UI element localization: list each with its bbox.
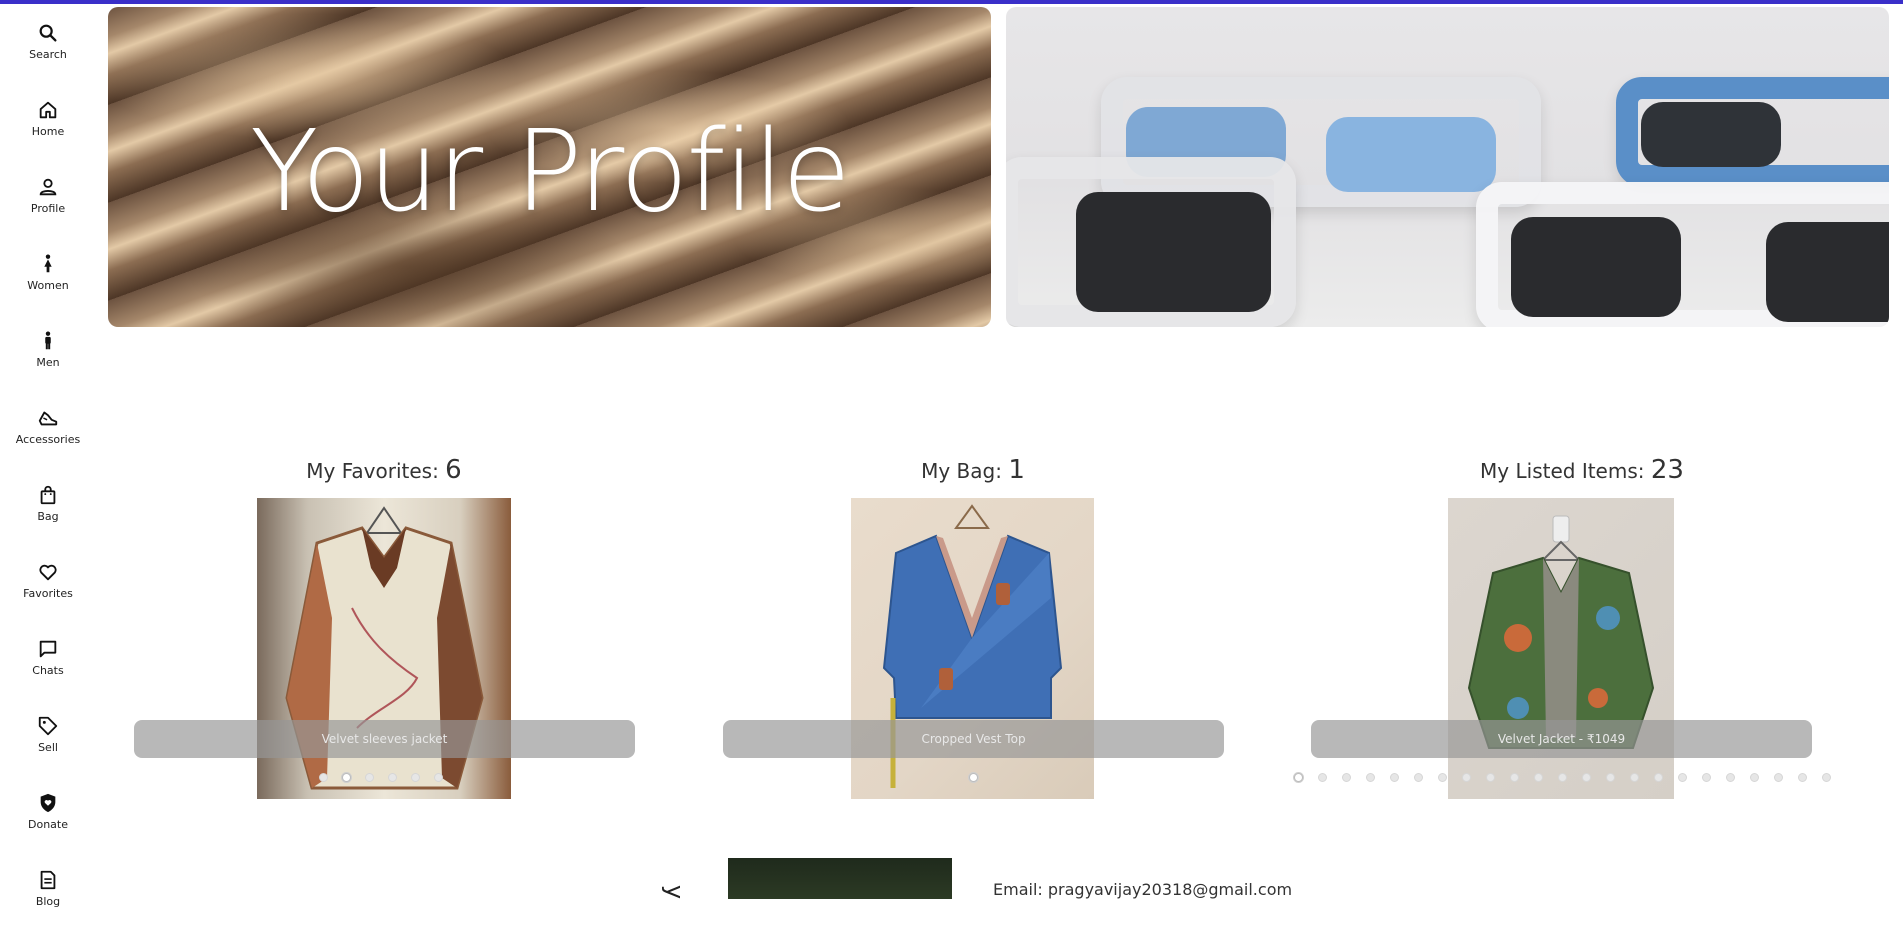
carousel-dot[interactable] — [1486, 773, 1495, 782]
carousel-dot[interactable] — [1510, 773, 1519, 782]
sidebar-item-label: Bag — [37, 510, 59, 523]
bag-caption: Cropped Vest Top — [723, 720, 1224, 758]
carousel-dot[interactable] — [1534, 773, 1543, 782]
carousel-dot[interactable] — [1414, 773, 1423, 782]
sidebar-item-donate[interactable]: Donate — [0, 792, 96, 852]
carousel-dot[interactable] — [1726, 773, 1735, 782]
sidebar-item-label: Profile — [30, 202, 66, 215]
listed-heading: My Listed Items: 23 — [1452, 455, 1712, 485]
bag-icon — [40, 485, 56, 505]
listed-caption: Velvet Jacket - ₹1049 — [1311, 720, 1812, 758]
sunglasses-lens — [1326, 117, 1496, 192]
sunglasses-lens — [1511, 217, 1681, 317]
carousel-dot[interactable] — [319, 773, 328, 782]
profile-banner: Your Profile — [108, 7, 991, 327]
sidebar-item-search[interactable]: Search — [0, 22, 96, 82]
carousel-dot[interactable] — [1558, 773, 1567, 782]
shield-icon — [40, 793, 56, 813]
sidebar-item-label: Accessories — [15, 433, 81, 446]
sidebar-item-label: Donate — [28, 818, 68, 831]
shoe-icon — [38, 411, 58, 426]
user-icon — [39, 178, 57, 196]
bag-heading: My Bag: 1 — [873, 455, 1073, 485]
carousel-dot[interactable] — [1462, 773, 1471, 782]
sidebar-item-label: Home — [31, 125, 65, 138]
sidebar-item-bag[interactable]: Bag — [0, 484, 96, 544]
carousel-dot[interactable] — [1678, 773, 1687, 782]
document-icon — [40, 870, 56, 890]
sidebar-item-accessories[interactable]: Accessories — [0, 407, 96, 467]
carousel-dot[interactable] — [434, 773, 443, 782]
sunglasses-lens — [1641, 102, 1781, 167]
listed-count: 23 — [1650, 455, 1684, 485]
heart-icon — [39, 564, 57, 581]
sunglasses-banner-image — [1006, 7, 1889, 327]
sunglasses-lens — [1766, 222, 1889, 322]
sidebar-item-chats[interactable]: Chats — [0, 638, 96, 698]
carousel-dot[interactable] — [1582, 773, 1591, 782]
sidebar-item-label: Chats — [32, 664, 64, 677]
carousel-dot[interactable] — [1294, 773, 1303, 782]
sidebar-item-favorites[interactable]: Favorites — [0, 561, 96, 621]
carousel-dot[interactable] — [1822, 773, 1831, 782]
carousel-dot[interactable] — [1438, 773, 1447, 782]
woman-icon — [44, 254, 52, 273]
bag-count: 1 — [1008, 455, 1025, 485]
sidebar-item-label: Women — [27, 279, 69, 292]
man-icon — [45, 331, 51, 350]
sidebar-item-profile[interactable]: Profile — [0, 176, 96, 236]
sidebar-item-label: Search — [29, 48, 67, 61]
sunglasses-lens — [1076, 192, 1271, 312]
favorites-caption: Velvet sleeves jacket — [134, 720, 635, 758]
carousel-dot[interactable] — [411, 773, 420, 782]
favorites-label: My Favorites: — [306, 459, 446, 483]
carousel-dot[interactable] — [1702, 773, 1711, 782]
carousel-dot[interactable] — [1654, 773, 1663, 782]
listed-carousel-dots[interactable] — [1294, 773, 1831, 782]
favorites-count: 6 — [445, 455, 462, 485]
sidebar-item-label: Blog — [35, 895, 61, 908]
carousel-dot[interactable] — [1342, 773, 1351, 782]
side-heading-glyph: y — [661, 884, 690, 900]
carousel-dot[interactable] — [1366, 773, 1375, 782]
carousel-dot[interactable] — [1606, 773, 1615, 782]
email-text: Email: pragyavijay20318@gmail.com — [993, 880, 1293, 899]
favorites-heading: My Favorites: 6 — [284, 455, 484, 485]
carousel-dot[interactable] — [1750, 773, 1759, 782]
listed-label: My Listed Items: — [1480, 459, 1651, 483]
sidebar-item-label: Favorites — [23, 587, 73, 600]
carousel-dot[interactable] — [1318, 773, 1327, 782]
sidebar-item-sell[interactable]: Sell — [0, 715, 96, 775]
carousel-dot[interactable] — [1390, 773, 1399, 782]
favorites-carousel-dots[interactable] — [319, 773, 443, 782]
sidebar-item-men[interactable]: Men — [0, 330, 96, 390]
search-icon — [39, 24, 57, 42]
tag-icon — [38, 716, 58, 736]
sidebar-item-blog[interactable]: Blog — [0, 869, 96, 929]
sidebar-item-label: Men — [36, 356, 60, 369]
carousel-dot[interactable] — [342, 773, 351, 782]
carousel-dot[interactable] — [969, 773, 978, 782]
user-profile-photo — [728, 858, 952, 899]
carousel-dot[interactable] — [388, 773, 397, 782]
home-icon — [39, 101, 57, 119]
carousel-dot[interactable] — [1774, 773, 1783, 782]
carousel-dot[interactable] — [1798, 773, 1807, 782]
bag-carousel-dots[interactable] — [969, 773, 978, 782]
carousel-dot[interactable] — [1630, 773, 1639, 782]
sidebar-item-women[interactable]: Women — [0, 253, 96, 313]
carousel-dot[interactable] — [365, 773, 374, 782]
bag-label: My Bag: — [921, 459, 1009, 483]
sidebar-item-home[interactable]: Home — [0, 99, 96, 159]
sidebar-nav: Search Home Profile Women Men Accessorie… — [0, 4, 96, 908]
sidebar-item-label: Sell — [38, 741, 58, 754]
page-title: Your Profile — [250, 107, 851, 237]
top-accent-bar — [0, 0, 1903, 4]
chat-icon — [39, 640, 57, 658]
